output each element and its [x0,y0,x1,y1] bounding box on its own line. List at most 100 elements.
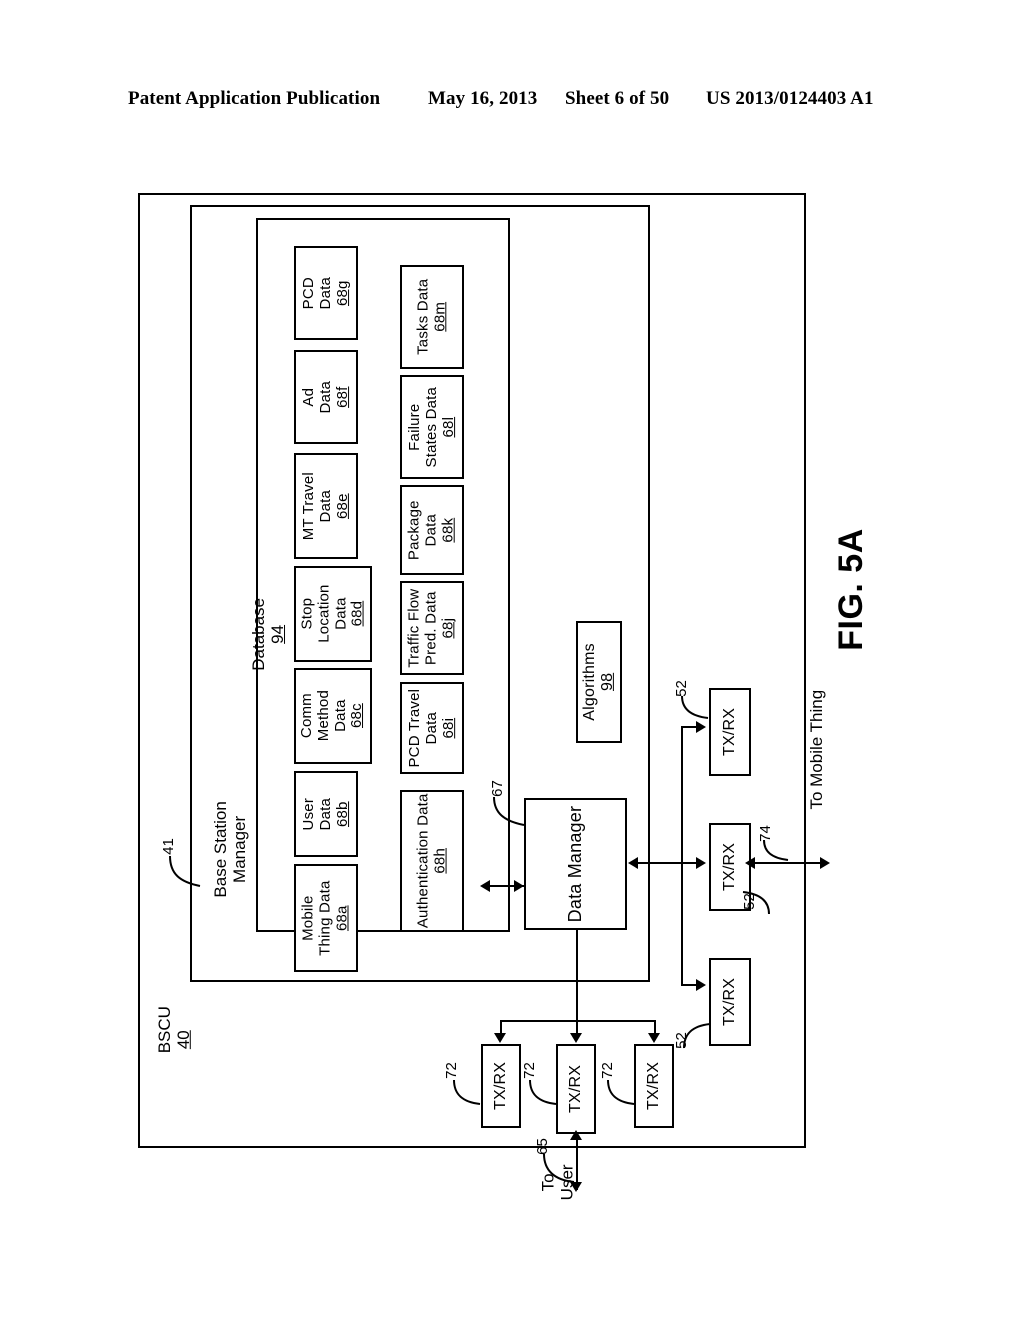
mobile-feed-branch-3 [681,984,697,986]
db-box-user-data-line2: Data [316,797,334,831]
db-box-ad-data-ref: 68f [333,386,351,408]
txrx-user-3: TX/RX [634,1044,674,1128]
db-box-failure-states-data-line2: States Data [422,386,440,468]
leader-line-72-c [607,1079,635,1105]
txrx-user-2: TX/RX [556,1044,596,1134]
figure-drawing: BSCU 40 41 Base Station Manager Database… [0,0,1024,1320]
user-bus-arrow-3 [648,1033,660,1043]
db-box-mt-travel-data: MT Travel Data 68e [294,453,358,559]
db-box-user-data-line1: User [299,797,317,831]
db-box-ad-data: Ad Data 68f [294,350,358,444]
db-box-tasks-data: Tasks Data 68m [400,265,464,369]
db-box-tasks-data-line1: Tasks Data [414,278,432,356]
db-box-comm-method-data-line2: Method [315,690,333,742]
mobile-return-line [634,862,686,864]
db-box-pcd-data-ref: 68g [333,280,351,306]
db-box-traffic-flow-pred-data: Traffic Flow Pred. Data 68j [400,581,464,675]
db-box-pcd-data-line1: PCD [299,276,317,310]
db-box-traffic-flow-pred-data-line2: Pred. Data [422,591,440,665]
db-box-pcd-data-line2: Data [316,276,334,310]
db-box-user-data: User Data 68b [294,771,358,857]
db-box-failure-states-data-line1: Failure [405,403,423,451]
txrx-mobile-1-label: TX/RX [721,707,739,757]
mobile-return-arrow [628,857,638,869]
db-box-authentication-data-line1: Authentication Data [414,793,432,929]
db-box-ad-data-line1: Ad [299,387,317,407]
db-box-pcd-data: PCD Data 68g [294,246,358,340]
ref-72-c-text: 72 [598,1062,616,1079]
figure-label-text: FIG. 5A [831,528,870,651]
db-box-ad-data-line2: Data [316,380,334,414]
db-box-tasks-data-ref: 68m [431,302,449,332]
bscu-ref: 40 [163,1030,203,1080]
to-user-label-line1: To [538,1173,558,1192]
to-mobile-arrow-left [745,857,755,869]
database-label-text: Database [249,597,269,671]
user-bus-arrow-2 [570,1033,582,1043]
txrx-user-1: TX/RX [481,1044,521,1128]
db-box-failure-states-data: Failure States Data 68l [400,375,464,479]
bsm-label-line1: Base Station [210,801,230,898]
db-box-comm-method-data: Comm Method Data 68c [294,668,372,764]
leader-line-72-b [529,1079,557,1105]
db-box-traffic-flow-pred-data-line1: Traffic Flow [405,588,423,668]
db-to-dm-arrow-right [514,880,524,892]
txrx-user-1-label: TX/RX [492,1061,510,1111]
db-box-stop-location-data-line3: Data [332,597,349,631]
mobile-feed-arrow-2 [696,857,706,869]
dm-to-user-bus-stem [576,930,578,1022]
leader-line-52-b [742,891,770,915]
bsm-label-line2: Manager [230,815,250,883]
db-box-package-data-line1: Package [405,500,423,560]
bscu-ref-text: 40 [173,1030,193,1050]
leader-line-52-a [681,695,709,719]
db-box-traffic-flow-pred-data-ref: 68j [439,617,457,639]
db-box-pcd-travel-data-line1: PCD Travel [405,688,423,768]
db-box-pcd-travel-data-line2: Data [422,711,440,745]
database-label: Database 94 [232,598,296,725]
base-station-manager-label: Base Station Manager [182,801,262,960]
db-box-stop-location-data-line2: Location [315,584,333,644]
db-box-authentication-data: Authentication Data 68h [400,790,464,932]
leader-line-52-c [683,1023,711,1049]
txrx-user-3-label: TX/RX [645,1061,663,1111]
db-box-mobile-thing-data-line2: Thing Data [316,880,334,956]
db-box-mobile-thing-data: Mobile Thing Data 68a [294,864,358,972]
to-user-label-line2: User [558,1164,577,1201]
db-box-mobile-thing-data-line1: Mobile [299,895,317,941]
data-manager-title: Data Manager [565,805,586,923]
to-user-arrow-up [570,1130,582,1140]
db-box-package-data-line2: Data [422,513,440,547]
user-bus-arrow-1 [494,1033,506,1043]
data-manager-box: Data Manager [524,798,627,930]
mobile-feed-rail [681,726,683,984]
db-box-stop-location-data-line1: Stop [298,598,316,630]
txrx-mobile-3-label: TX/RX [721,977,739,1027]
database-ref-text: 94 [268,624,288,644]
db-box-comm-method-data-line3: Data [331,699,349,733]
db-box-stop-location-data-ref: 68d [348,601,366,627]
ref-72-a-text: 72 [442,1062,460,1079]
db-box-failure-states-data-ref: 68l [439,416,457,438]
db-box-stop-location-data: Stop Location Data 68d [294,566,372,662]
db-box-authentication-data-ref: 68h [431,848,449,874]
db-box-comm-method-data-line1: Comm [298,693,316,739]
db-box-mt-travel-data-line2: Data [316,489,334,523]
db-box-package-data: Package Data 68k [400,485,464,575]
ref-72-b-text: 72 [520,1062,538,1079]
to-user-label: To User [528,1163,588,1233]
db-to-dm-arrow-left [480,880,490,892]
leader-line-67 [493,796,525,826]
db-box-pcd-travel-data-ref: 68i [439,717,457,739]
db-box-pcd-travel-data: PCD Travel Data 68i [400,682,464,774]
leader-line-72-a [453,1079,481,1105]
db-box-mobile-thing-data-ref: 68a [333,905,351,931]
db-box-user-data-ref: 68b [333,801,351,827]
txrx-user-2-label: TX/RX [567,1064,585,1114]
to-mobile-thing-label: To Mobile Thing [757,690,827,860]
figure-label: FIG. 5A [790,528,870,750]
db-box-comm-method-data-ref: 68c [348,703,366,729]
algorithms-box: Algorithms 98 [576,621,622,743]
db-box-mt-travel-data-ref: 68e [333,493,351,519]
algorithms-title: Algorithms [581,643,599,721]
